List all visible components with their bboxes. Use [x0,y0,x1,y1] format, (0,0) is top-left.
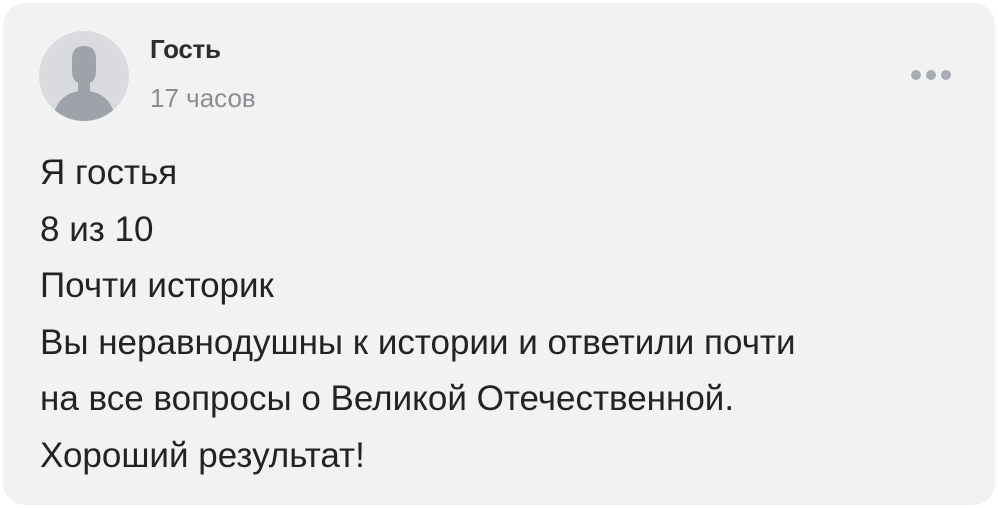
comment-text-line: на все вопросы о Великой Отечественной. [40,379,735,418]
more-options-button[interactable] [903,61,959,89]
more-horizontal-icon [911,70,921,80]
comment-text-line: 8 из 10 [40,209,154,249]
post-timestamp: 17 часов [150,83,256,113]
comment-text-line: Я гостья [40,153,178,192]
author-name[interactable]: Гость [150,33,221,65]
user-silhouette-icon [53,46,115,121]
comment-text-line: Почти историк [40,266,274,305]
more-horizontal-icon [941,70,951,80]
avatar[interactable] [39,31,129,121]
comment-text-line: Хороший результат! [40,435,365,475]
comment-card: Гость 17 часов Я гостья 8 из 10 Почти ис… [3,3,995,505]
comment-text-line: Вы неравнодушны к истории и ответили поч… [40,322,796,362]
comment-text: Я гостья 8 из 10 Почти историк Вы неравн… [40,145,970,484]
more-horizontal-icon [926,70,936,80]
